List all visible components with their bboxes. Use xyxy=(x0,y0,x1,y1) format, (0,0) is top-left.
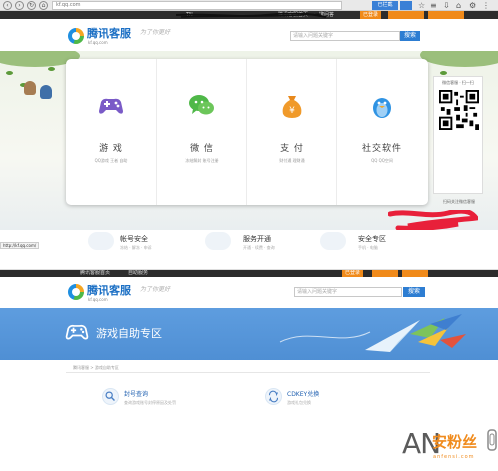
login-badge[interactable]: 已登录 xyxy=(360,11,382,19)
breadcrumb[interactable]: 腾讯客服 > 游戏自助专区 xyxy=(73,365,119,371)
logo-slogan: 为了你更好 xyxy=(140,29,171,36)
redaction-scribble xyxy=(176,13,326,18)
service-sub: QQ QQ空间 xyxy=(371,158,393,163)
star-icon[interactable]: ☆ xyxy=(418,1,425,10)
menu-icon[interactable]: ≡ xyxy=(430,1,437,10)
watermark-cn: 安粉丝 xyxy=(432,433,478,451)
refresh-icon[interactable]: ↻ xyxy=(27,1,36,10)
tencent-logo-icon[interactable] xyxy=(68,28,84,44)
logo-url: kf.qq.com xyxy=(88,40,108,45)
bottom-service-label[interactable]: 服务开通 xyxy=(243,234,271,244)
service-label: 社交软件 xyxy=(361,144,402,154)
service-label: 微 信 xyxy=(190,144,214,154)
qr-code-icon[interactable] xyxy=(439,90,479,130)
blocked-tab[interactable]: 已拦截 xyxy=(372,1,398,10)
divider xyxy=(66,372,430,373)
forward-icon[interactable]: › xyxy=(15,1,24,10)
search-input[interactable]: 请输入问题关键字 xyxy=(294,287,402,297)
svg-text:¥: ¥ xyxy=(289,106,295,116)
address-bar[interactable]: kf.qq.com xyxy=(52,1,342,10)
bottom-service-sub: 开通 · 续费 · 查询 xyxy=(243,245,275,250)
tile-sub: 查询游戏账号封停原因及处罚 xyxy=(124,400,176,405)
site-header: 腾讯客服 kf.qq.com 为了你更好 请输入问题关键字 搜索 xyxy=(0,19,498,51)
back-icon[interactable]: ‹ xyxy=(3,1,12,10)
hero-area: 游 戏 QQ游戏 王者 自助 微 信 冻结解封 账号注册 ¥ 支 付 财付通 理… xyxy=(0,51,498,230)
banner-title: 游戏自助专区 xyxy=(96,327,162,340)
bottom-service-label[interactable]: 安全专区 xyxy=(358,234,386,244)
service-cloud-icon[interactable] xyxy=(205,232,231,250)
search-icon[interactable] xyxy=(102,388,119,405)
tile-label[interactable]: CDKEY兑换 xyxy=(287,389,319,398)
logo-name[interactable]: 腾讯客服 xyxy=(87,25,131,41)
bottom-service-sub: 冻结 · 解冻 · 申诉 xyxy=(120,245,152,250)
money-bag-icon: ¥ xyxy=(282,96,302,118)
sitebar-link-selfservice[interactable]: 自助服务 xyxy=(128,270,148,277)
sitebar-orange-tab-2[interactable] xyxy=(428,11,464,19)
tencent-logo-icon[interactable] xyxy=(68,284,84,300)
tile-sub: 游戏礼包兑换 xyxy=(287,400,311,405)
login-badge[interactable]: 已登录 xyxy=(342,270,364,277)
home-icon-2[interactable]: ⌂ xyxy=(456,1,461,10)
service-wechat[interactable]: 微 信 冻结解封 账号注册 xyxy=(156,59,246,205)
top-screenshot: ‹ › ↻ ⌂ kf.qq.com 已拦截 ☆ ≡ ⇩ ⌂ ⚙ ⋮ TN 腾讯客… xyxy=(0,0,498,256)
bottom-services-strip: 帐号安全 冻结 · 解冻 · 申诉 服务开通 开通 · 续费 · 查询 安全专区… xyxy=(0,230,498,256)
account-shield-icon[interactable] xyxy=(88,232,114,250)
clip-icon xyxy=(487,429,497,451)
qr-panel: 微信客服 · 扫一扫 扫码关注微信客服 xyxy=(433,76,483,204)
status-bar-url: http://kf.qq.com/ xyxy=(0,242,40,249)
sitebar-link-home[interactable]: 腾讯客服首页 xyxy=(80,270,110,277)
game-zone-banner: 游戏自助专区 xyxy=(0,308,498,360)
leaf-decoration xyxy=(440,71,447,75)
leaf-decoration xyxy=(48,67,55,71)
service-label: 支 付 xyxy=(280,144,304,154)
vine-decoration xyxy=(420,51,498,67)
site-watermark: AN 安粉丝 anfensi.com xyxy=(402,427,498,471)
service-label: 游 戏 xyxy=(99,144,123,154)
gamepad-icon xyxy=(65,324,89,340)
search-button[interactable]: 搜索 xyxy=(403,287,425,297)
service-pay[interactable]: ¥ 支 付 财付通 理财通 xyxy=(246,59,336,205)
security-cloud-icon[interactable] xyxy=(320,232,346,250)
paper-plane-decoration xyxy=(279,314,466,352)
home-icon[interactable]: ⌂ xyxy=(39,1,48,10)
qr-title: 微信客服 · 扫一扫 xyxy=(442,80,474,85)
sitebar-orange-tab[interactable] xyxy=(388,11,424,19)
cartoon-kid-icon xyxy=(24,81,36,95)
logo-name[interactable]: 腾讯客服 xyxy=(87,282,131,298)
logo-slogan: 为了你更好 xyxy=(140,286,171,293)
qr-caption: 扫码关注微信客服 xyxy=(443,199,475,204)
more-icon[interactable]: ⋮ xyxy=(482,1,490,10)
service-sub: 财付通 理财通 xyxy=(279,158,305,163)
logo-url: kf.qq.com xyxy=(88,297,108,302)
wechat-icon xyxy=(189,95,214,115)
gamepad-icon xyxy=(99,98,123,114)
search-input[interactable]: 请输入问题关键字 xyxy=(290,31,400,41)
sitebar-orange-tab[interactable] xyxy=(372,270,398,277)
red-redaction-mark xyxy=(388,210,478,230)
watermark-url: anfensi.com xyxy=(433,454,475,460)
settings-icon[interactable]: ⚙ xyxy=(469,1,476,10)
cartoon-kid-icon xyxy=(40,85,52,99)
penguin-icon xyxy=(373,98,391,118)
services-card: 游 戏 QQ游戏 王者 自助 微 信 冻结解封 账号注册 ¥ 支 付 财付通 理… xyxy=(66,59,428,205)
leaf-decoration xyxy=(6,71,13,75)
bottom-service-sub: 手机 · 电脑 xyxy=(358,245,378,250)
toolbar-tab[interactable] xyxy=(400,1,412,10)
service-sub: QQ游戏 王者 自助 xyxy=(94,158,128,163)
bottom-service-label[interactable]: 帐号安全 xyxy=(120,234,148,244)
browser-toolbar: ‹ › ↻ ⌂ kf.qq.com 已拦截 ☆ ≡ ⇩ ⌂ ⚙ ⋮ xyxy=(0,0,498,11)
download-icon[interactable]: ⇩ xyxy=(443,1,450,10)
search-button[interactable]: 搜索 xyxy=(400,31,420,41)
site-top-bar: 腾讯客服首页 自助服务 已登录 xyxy=(0,270,498,277)
exchange-icon[interactable] xyxy=(265,388,282,405)
service-sub: 冻结解封 账号注册 xyxy=(185,158,219,163)
tile-label[interactable]: 封号查询 xyxy=(124,389,148,398)
site-header: 腾讯客服 kf.qq.com 为了你更好 请输入问题关键字 搜索 xyxy=(0,277,498,309)
service-game[interactable]: 游 戏 QQ游戏 王者 自助 xyxy=(66,59,156,205)
sitebar-orange-tab-2[interactable] xyxy=(402,270,428,277)
service-social[interactable]: 社交软件 QQ QQ空间 xyxy=(336,59,428,205)
